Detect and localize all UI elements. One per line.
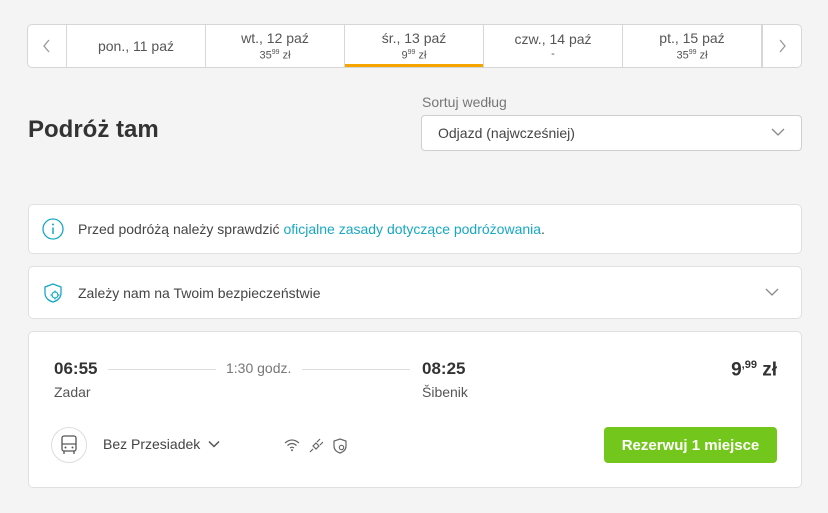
wifi-icon (284, 438, 300, 452)
chevron-right-icon (779, 39, 786, 53)
date-tab-price: 3599 zł (676, 48, 708, 62)
date-tab-4[interactable]: pt., 15 paź 3599 zł (623, 25, 762, 67)
safety-accordion[interactable]: Zależy nam na Twoim bezpieczeństwie (28, 266, 802, 319)
date-tab-3[interactable]: czw., 14 paź - (484, 25, 623, 67)
safety-text: Zależy nam na Twoim bezpieczeństwie (78, 284, 321, 301)
sort-select[interactable]: Odjazd (najwcześniej) (421, 115, 802, 151)
trip-price: 9,99 zł (731, 359, 777, 381)
travel-rules-link[interactable]: oficjalne zasady dotyczące podróżowania (283, 221, 541, 237)
date-tab-label: pt., 15 paź (659, 29, 725, 46)
page-title: Podróż tam (28, 116, 159, 143)
safety-shield-icon (42, 282, 64, 304)
date-tab-1[interactable]: wt., 12 paź 3599 zł (206, 25, 345, 67)
safety-shield-icon (332, 438, 348, 454)
sort-label: Sortuj według (422, 94, 507, 110)
chevron-down-icon (765, 288, 779, 296)
transfers-label: Bez Przesiadek (103, 436, 201, 452)
trip-card: 06:55 Zadar 1:30 godz. 08:25 Šibenik 9,9… (28, 331, 802, 488)
next-day-button[interactable] (762, 25, 801, 67)
power-plug-icon (308, 438, 324, 454)
travel-rules-notice: Przed podróżą należy sprawdzić oficjalne… (28, 204, 802, 254)
transfers-toggle[interactable]: Bez Przesiadek (103, 436, 220, 452)
departure-city: Zadar (54, 384, 91, 400)
date-tab-label: czw., 14 paź (514, 31, 592, 47)
arrival-city: Šibenik (422, 384, 468, 400)
date-tab-price: 999 zł (401, 48, 427, 62)
date-strip: pon., 11 paź wt., 12 paź 3599 zł śr., 13… (27, 24, 802, 68)
date-tab-0[interactable]: pon., 11 paź (67, 25, 206, 67)
timeline-divider (108, 369, 216, 370)
date-tab-price: 3599 zł (259, 48, 291, 62)
info-icon (42, 218, 64, 240)
book-seat-button[interactable]: Rezerwuj 1 miejsce (604, 427, 777, 463)
date-tab-label: wt., 12 paź (241, 29, 309, 46)
timeline-divider (302, 369, 410, 370)
chevron-down-icon (208, 440, 220, 448)
previous-day-button[interactable] (28, 25, 67, 67)
notice-text: Przed podróżą należy sprawdzić oficjalne… (78, 221, 545, 237)
date-tab-label: śr., 13 paź (381, 29, 447, 46)
date-tab-2[interactable]: śr., 13 paź 999 zł (345, 25, 484, 67)
chevron-left-icon (43, 39, 50, 53)
arrival-time: 08:25 (422, 359, 466, 378)
bus-icon (51, 427, 87, 463)
chevron-down-icon (771, 128, 785, 136)
departure-time: 06:55 (54, 359, 98, 378)
sort-selected-value: Odjazd (najwcześniej) (438, 125, 575, 141)
date-tab-price: - (551, 48, 555, 60)
date-tab-label: pon., 11 paź (97, 38, 175, 54)
trip-duration: 1:30 godz. (226, 360, 292, 376)
